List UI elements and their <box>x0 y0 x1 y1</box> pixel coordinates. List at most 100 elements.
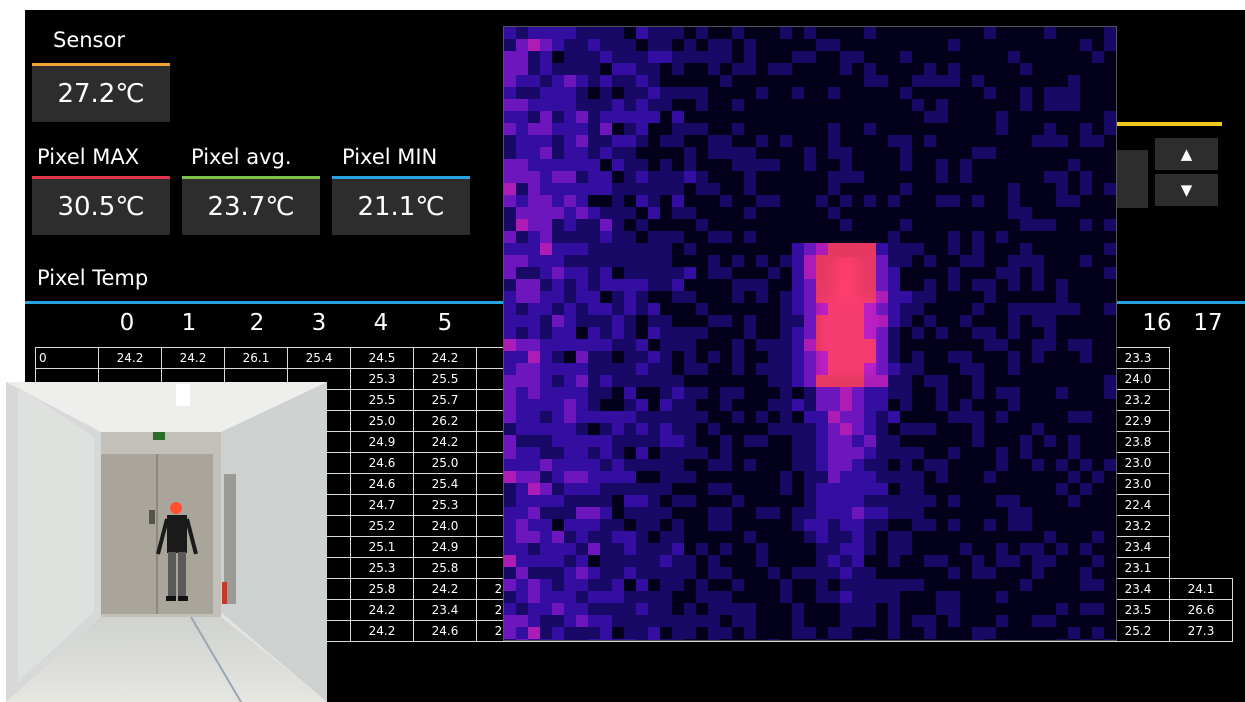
column-header: 0 <box>119 310 135 336</box>
thermal-pixel <box>672 495 684 507</box>
thermal-pixel <box>1044 327 1056 339</box>
thermal-pixel <box>624 63 636 75</box>
thermal-pixel <box>660 435 672 447</box>
thermal-pixel <box>600 123 612 135</box>
thermal-pixel <box>876 327 888 339</box>
thermal-pixel <box>504 231 516 243</box>
thermal-pixel <box>612 339 624 351</box>
thermal-pixel <box>516 615 528 627</box>
thermal-pixel <box>1104 111 1116 123</box>
thermal-pixel <box>720 519 732 531</box>
thermal-pixel <box>900 147 912 159</box>
thermal-pixel <box>960 363 972 375</box>
camera-photo <box>6 382 327 702</box>
decrease-button[interactable]: ▼ <box>1155 174 1218 206</box>
thermal-pixel <box>552 291 564 303</box>
thermal-pixel <box>1044 27 1056 39</box>
thermal-pixel <box>840 459 852 471</box>
thermal-pixel <box>936 171 948 183</box>
thermal-pixel <box>588 411 600 423</box>
thermal-pixel <box>552 207 564 219</box>
thermal-pixel <box>576 315 588 327</box>
thermal-pixel <box>900 51 912 63</box>
thermal-pixel <box>804 291 816 303</box>
thermal-pixel <box>648 183 660 195</box>
thermal-pixel <box>804 51 816 63</box>
thermal-pixel <box>552 87 564 99</box>
thermal-pixel <box>756 543 768 555</box>
thermal-pixel <box>648 315 660 327</box>
thermal-pixel <box>636 339 648 351</box>
thermal-pixel <box>840 435 852 447</box>
temp-cell: 24.2 <box>413 431 477 453</box>
thermal-pixel <box>540 75 552 87</box>
thermal-pixel <box>552 579 564 591</box>
thermal-pixel <box>528 243 540 255</box>
thermal-pixel <box>936 555 948 567</box>
thermal-pixel <box>924 555 936 567</box>
thermal-pixel <box>612 315 624 327</box>
thermal-pixel <box>576 519 588 531</box>
thermal-pixel <box>576 603 588 615</box>
thermal-pixel <box>840 363 852 375</box>
thermal-pixel <box>672 531 684 543</box>
thermal-pixel <box>840 471 852 483</box>
thermal-pixel <box>624 363 636 375</box>
thermal-pixel <box>684 327 696 339</box>
thermal-pixel <box>900 255 912 267</box>
thermal-pixel <box>528 63 540 75</box>
thermal-pixel <box>900 399 912 411</box>
thermal-pixel <box>636 159 648 171</box>
thermal-pixel <box>540 603 552 615</box>
thermal-pixel <box>600 147 612 159</box>
thermal-pixel <box>1032 351 1044 363</box>
thermal-pixel <box>684 363 696 375</box>
thermal-pixel <box>744 603 756 615</box>
thermal-pixel <box>924 495 936 507</box>
pixel-temp-title: Pixel Temp <box>37 266 149 290</box>
thermal-pixel <box>840 579 852 591</box>
thermal-pixel <box>948 495 960 507</box>
temp-cell: 25.5 <box>350 389 414 411</box>
thermal-pixel <box>576 255 588 267</box>
increase-button[interactable]: ▲ <box>1155 138 1218 170</box>
thermal-pixel <box>864 291 876 303</box>
thermal-pixel <box>552 603 564 615</box>
thermal-pixel <box>912 495 924 507</box>
thermal-pixel <box>576 435 588 447</box>
temp-cell: 25.3 <box>350 368 414 390</box>
thermal-pixel <box>600 303 612 315</box>
column-header: 5 <box>437 310 453 336</box>
thermal-pixel <box>696 87 708 99</box>
thermal-pixel <box>540 579 552 591</box>
thermal-pixel <box>540 627 552 639</box>
thermal-pixel <box>804 147 816 159</box>
thermal-pixel <box>528 603 540 615</box>
thermal-pixel <box>1032 219 1044 231</box>
thermal-pixel <box>540 411 552 423</box>
temp-cell: 24.2 <box>161 347 225 369</box>
thermal-pixel <box>804 459 816 471</box>
thermal-pixel <box>528 471 540 483</box>
thermal-pixel <box>552 39 564 51</box>
thermal-pixel <box>996 543 1008 555</box>
thermal-pixel <box>528 495 540 507</box>
thermal-pixel <box>924 459 936 471</box>
thermal-pixel <box>540 147 552 159</box>
thermal-pixel <box>552 459 564 471</box>
thermal-pixel <box>900 531 912 543</box>
thermal-pixel <box>672 27 684 39</box>
thermal-pixel <box>996 495 1008 507</box>
thermal-pixel <box>1080 135 1092 147</box>
thermal-pixel <box>852 411 864 423</box>
thermal-pixel <box>852 327 864 339</box>
thermal-pixel <box>612 51 624 63</box>
thermal-pixel <box>888 603 900 615</box>
thermal-pixel <box>780 471 792 483</box>
thermal-pixel <box>1044 87 1056 99</box>
thermal-pixel <box>696 171 708 183</box>
thermal-pixel <box>876 435 888 447</box>
thermal-pixel <box>876 75 888 87</box>
thermal-pixel <box>600 267 612 279</box>
thermal-pixel <box>864 519 876 531</box>
